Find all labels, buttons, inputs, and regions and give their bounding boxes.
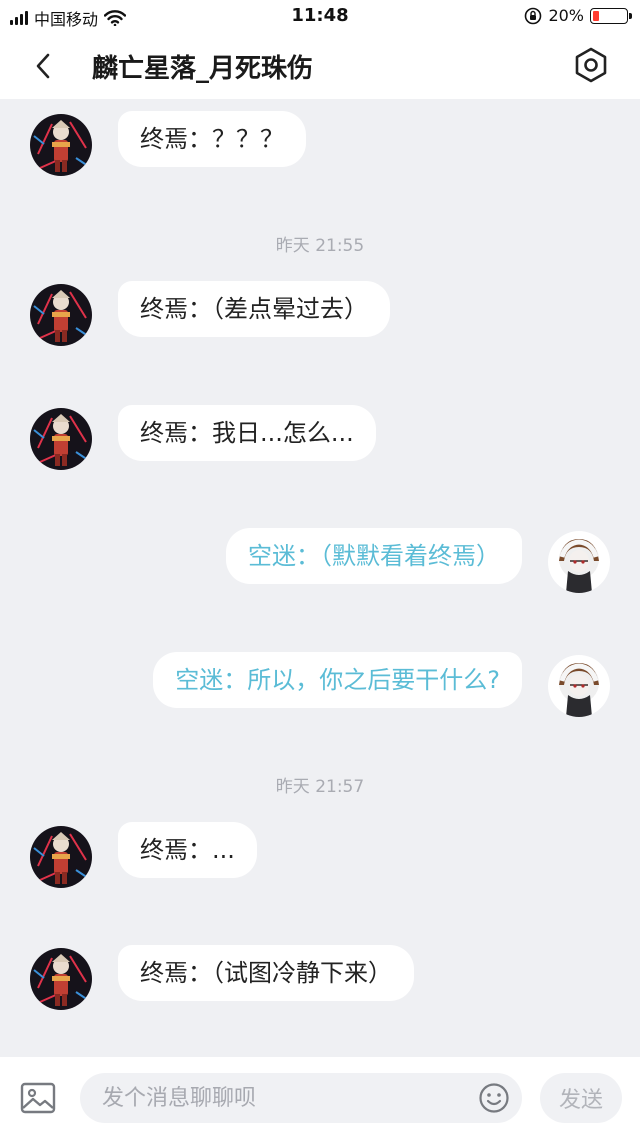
- page-title: 麟亡星落_月死珠伤: [92, 54, 314, 84]
- avatar[interactable]: [30, 408, 92, 470]
- message-composer: 发送: [0, 1057, 640, 1138]
- message-bubble[interactable]: 终焉：（试图冷静下来）: [118, 945, 414, 1001]
- avatar[interactable]: [30, 114, 92, 176]
- message-bubble[interactable]: 终焉：（差点晕过去）: [118, 281, 390, 337]
- send-button[interactable]: 发送: [540, 1073, 622, 1123]
- message-bubble[interactable]: 终焉：？？？: [118, 111, 306, 167]
- chat-header: 麟亡星落_月死珠伤: [0, 32, 640, 99]
- own-avatar[interactable]: [548, 655, 610, 717]
- emoji-icon: [479, 1083, 509, 1113]
- back-button[interactable]: [26, 48, 66, 84]
- avatar[interactable]: [30, 948, 92, 1010]
- battery-level: [593, 10, 600, 21]
- own-avatar[interactable]: [548, 531, 610, 593]
- status-right: 20%: [524, 6, 632, 25]
- message-bubble[interactable]: 终焉：我日...怎么...: [118, 405, 376, 461]
- settings-button[interactable]: [572, 46, 610, 84]
- avatar[interactable]: [30, 284, 92, 346]
- avatar-image: [548, 655, 610, 717]
- avatar-image: [30, 826, 92, 888]
- avatar-image: [30, 284, 92, 346]
- message-list[interactable]: 终焉：？？？ 昨天 21:55 终焉：（差点晕过去） 终焉：我日...怎么...…: [0, 99, 640, 1057]
- orientation-lock-icon: [525, 7, 542, 24]
- message-timestamp: 昨天 21:57: [275, 777, 365, 797]
- image-button[interactable]: [20, 1081, 56, 1115]
- avatar-image: [30, 114, 92, 176]
- own-message-bubble[interactable]: 空迷：（默默看着终焉）: [226, 528, 522, 584]
- avatar-image: [30, 408, 92, 470]
- status-bar: 中国移动 11:48 20%: [0, 0, 640, 32]
- battery-percent: 20%: [548, 6, 584, 25]
- message-timestamp: 昨天 21:55: [275, 236, 365, 256]
- emoji-button[interactable]: [478, 1082, 510, 1114]
- own-message-bubble[interactable]: 空迷：所以，你之后要干什么?: [153, 652, 522, 708]
- message-input[interactable]: [80, 1073, 522, 1123]
- image-icon: [20, 1082, 56, 1114]
- message-bubble[interactable]: 终焉：...: [118, 822, 257, 878]
- chevron-left-icon: [36, 53, 50, 79]
- avatar-image: [548, 531, 610, 593]
- avatar[interactable]: [30, 826, 92, 888]
- battery-icon: [590, 7, 632, 24]
- hexagon-settings-icon: [575, 47, 607, 83]
- avatar-image: [30, 948, 92, 1010]
